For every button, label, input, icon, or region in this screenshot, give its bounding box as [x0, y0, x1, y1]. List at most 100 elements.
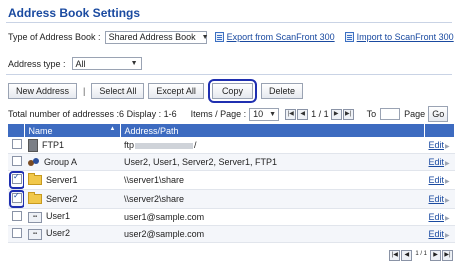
edit-link[interactable]: Edit	[429, 157, 445, 167]
edit-arrow-icon: ▶	[445, 233, 450, 239]
items-per-page-value: 10	[253, 109, 264, 119]
row-name: FTP1	[42, 139, 65, 150]
edit-arrow-icon: ▶	[445, 161, 450, 167]
address-type-select[interactable]: All ▼	[71, 57, 142, 70]
name-column-header[interactable]: Name ▲	[24, 124, 121, 137]
items-per-page-select[interactable]: 10 ▼	[249, 107, 280, 121]
edit-column-header	[424, 124, 455, 137]
path-column-header[interactable]: Address/Path	[120, 124, 425, 137]
address-type-label: Address type :	[8, 58, 66, 69]
section-divider	[6, 74, 452, 75]
checkbox-highlight	[9, 190, 24, 208]
row-path: User2, User1, Server2, Server1, FTP1	[124, 157, 278, 167]
bottom-page-indicator: 1 / 1	[415, 251, 427, 257]
row-path: \\server2\share	[124, 194, 185, 204]
row-checkbox[interactable]	[12, 172, 22, 184]
toolbar-separator: |	[83, 86, 86, 96]
row-path-suffix: /	[194, 140, 197, 150]
first-page-icon[interactable]: |◀	[285, 108, 297, 120]
address-type-row: Address type : All ▼	[8, 57, 142, 70]
last-page-icon[interactable]: ▶|	[342, 108, 354, 120]
copy-highlight: Copy	[207, 79, 257, 103]
pager-nav: |◀ ◀	[285, 108, 309, 120]
row-checkbox[interactable]	[12, 156, 22, 166]
address-book-type-select[interactable]: Shared Address Book ▼	[104, 30, 209, 44]
page-number-input[interactable]	[380, 108, 401, 120]
name-column-label: Name	[28, 125, 53, 136]
totals-text: Total number of addresses :6 Display : 1…	[8, 109, 177, 119]
next-page-icon[interactable]: ▶	[430, 250, 441, 261]
table-row: ▪▪ User1 user1@sample.com Edit▶	[8, 208, 455, 226]
row-path: user1@sample.com	[124, 212, 205, 222]
row-name: Server1	[46, 174, 78, 185]
copy-button[interactable]: Copy	[211, 83, 253, 99]
page-label: Page	[404, 109, 426, 119]
folder-icon	[28, 192, 42, 205]
except-all-button[interactable]: Except All	[148, 83, 204, 99]
import-link[interactable]: Import to ScanFront 300	[344, 32, 454, 42]
checkbox-highlight	[9, 171, 24, 189]
pager-nav-forward: ▶ ▶|	[330, 108, 355, 120]
items-per-page-label: Items / Page :	[190, 109, 247, 119]
folder-icon	[28, 173, 42, 186]
page-indicator: 1 / 1	[311, 109, 329, 119]
export-link-label: Export from ScanFront 300	[226, 32, 335, 42]
first-page-icon[interactable]: |◀	[389, 250, 401, 261]
export-link[interactable]: Export from ScanFront 300	[214, 32, 335, 42]
chevron-down-icon: ▼	[130, 60, 138, 67]
edit-link[interactable]: Edit	[429, 212, 445, 222]
select-column-header	[8, 124, 25, 137]
row-path: \\server1\share	[124, 175, 185, 185]
page-title: Address Book Settings	[8, 6, 141, 20]
redacted-path	[135, 142, 194, 149]
prev-page-icon[interactable]: ◀	[401, 250, 413, 261]
edit-link[interactable]: Edit	[429, 140, 445, 150]
row-name: Group A	[44, 156, 78, 167]
address-book-type-label: Type of Address Book :	[8, 32, 101, 42]
bottom-pager: |◀ ◀ 1 / 1 ▶ ▶|	[388, 250, 453, 261]
address-table: Name ▲ Address/Path FTP1 ftp / Edit▶ Grou…	[8, 124, 455, 243]
chevron-down-icon: ▼	[201, 33, 209, 41]
table-row: FTP1 ftp / Edit▶	[8, 137, 455, 154]
edit-arrow-icon: ▶	[445, 144, 450, 150]
row-checkbox[interactable]	[12, 139, 22, 149]
chevron-down-icon: ▼	[269, 110, 277, 118]
edit-arrow-icon: ▶	[445, 179, 450, 185]
ftp-icon	[28, 138, 38, 152]
go-button[interactable]: Go	[428, 106, 449, 122]
edit-arrow-icon: ▶	[445, 198, 450, 204]
table-row: Group A User2, User1, Server2, Server1, …	[8, 153, 455, 171]
row-name: Server2	[46, 193, 78, 204]
row-path: user2@sample.com	[124, 229, 205, 239]
edit-link[interactable]: Edit	[429, 194, 445, 204]
row-name: User1	[46, 211, 71, 222]
table-row: Server1 \\server1\share Edit▶	[8, 170, 455, 190]
import-link-label: Import to ScanFront 300	[356, 32, 454, 42]
group-icon	[28, 157, 40, 167]
new-address-button[interactable]: New Address	[8, 83, 78, 99]
user-icon: ▪▪	[28, 228, 42, 240]
next-page-icon[interactable]: ▶	[330, 108, 342, 120]
table-row: ▪▪ User2 user2@sample.com Edit▶	[8, 225, 455, 243]
export-icon	[214, 32, 224, 42]
last-page-icon[interactable]: ▶|	[442, 250, 453, 261]
row-checkbox[interactable]	[12, 228, 22, 238]
title-divider	[6, 22, 452, 23]
row-path-prefix: ftp	[124, 140, 135, 150]
table-header-row: Name ▲ Address/Path	[8, 124, 455, 137]
prev-page-icon[interactable]: ◀	[297, 108, 309, 120]
delete-button[interactable]: Delete	[260, 83, 303, 99]
row-checkbox[interactable]	[12, 191, 22, 203]
row-checkbox[interactable]	[12, 211, 22, 221]
edit-link[interactable]: Edit	[429, 175, 445, 185]
row-name: User2	[46, 228, 71, 239]
to-label: To	[366, 109, 377, 119]
action-toolbar: New Address | Select All Except All Copy…	[8, 79, 307, 103]
import-icon	[344, 32, 354, 42]
edit-link[interactable]: Edit	[429, 229, 445, 239]
sort-icon: ▲	[109, 125, 116, 132]
select-all-button[interactable]: Select All	[91, 83, 145, 99]
address-type-value: All	[75, 58, 86, 69]
edit-arrow-icon: ▶	[445, 216, 450, 222]
table-row: Server2 \\server2\share Edit▶	[8, 189, 455, 209]
